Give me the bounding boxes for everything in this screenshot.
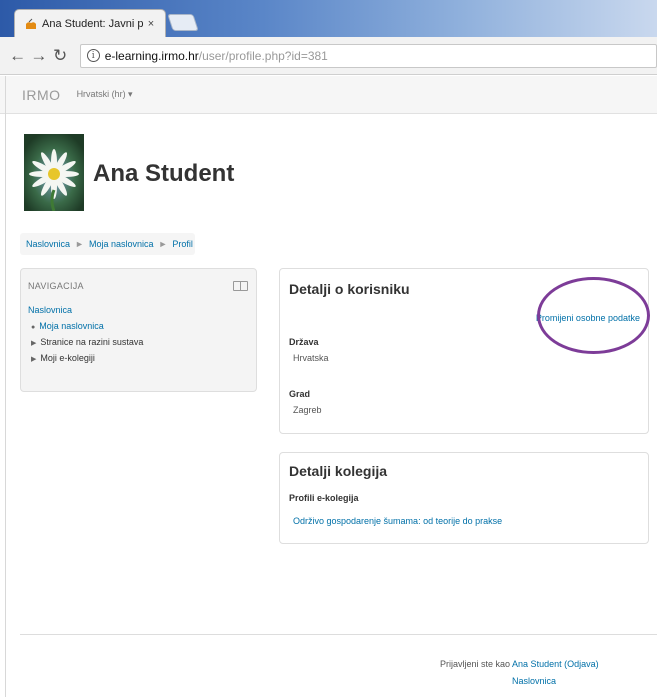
field-label-country: Država <box>289 337 319 347</box>
nav-item-dashboard[interactable]: ● Moja naslovnica <box>31 321 104 331</box>
breadcrumb-separator-icon: ► <box>158 239 168 249</box>
avatar <box>24 134 84 211</box>
site-brand[interactable]: IRMO <box>22 87 61 103</box>
field-label-city: Grad <box>289 389 311 399</box>
nav-item-label: Stranice na razini sustava <box>40 337 144 347</box>
breadcrumb-separator-icon: ► <box>75 239 84 249</box>
breadcrumb: Naslovnica ► Moja naslovnica ► Profil <box>20 233 195 255</box>
nav-item-label: Moja naslovnica <box>39 321 104 331</box>
highlight-circle <box>537 277 650 354</box>
browser-tab[interactable]: Ana Student: Javni profil × <box>14 9 166 37</box>
dock-block-icon[interactable] <box>233 281 248 291</box>
nav-item-site-pages[interactable]: ▶ Stranice na razini sustava <box>31 337 143 347</box>
url-path: /user/profile.php?id=381 <box>198 48 328 63</box>
profile-name: Ana Student <box>93 160 235 187</box>
reload-icon[interactable]: ↻ <box>50 46 69 66</box>
expand-arrow-icon: ▶ <box>31 340 37 347</box>
tab-close-icon[interactable]: × <box>143 18 159 30</box>
expand-arrow-icon: ▶ <box>31 356 37 363</box>
site-navbar: IRMO Hrvatski (hr) ▾ <box>0 76 657 114</box>
course-profiles-label: Profili e-kolegija <box>289 493 359 503</box>
site-info-icon[interactable]: i <box>86 49 100 62</box>
navigation-block: NAVIGACIJA Naslovnica ● Moja naslovnica ▶… <box>20 268 257 392</box>
course-link[interactable]: Održivo gospodarenje šumama: od teorije … <box>293 516 502 526</box>
course-details-title: Detalji kolegija <box>289 463 388 479</box>
page-border <box>5 76 6 697</box>
daisy-avatar-image <box>24 134 84 211</box>
moodle-favicon-icon <box>26 18 36 29</box>
navigation-block-title: NAVIGACIJA <box>28 281 84 291</box>
login-info-prefix: Prijavljeni ste kao <box>440 659 511 669</box>
new-tab-button[interactable] <box>167 14 199 31</box>
footer-home-link[interactable]: Naslovnica <box>512 676 556 686</box>
breadcrumb-item-profile[interactable]: Profil <box>172 239 193 249</box>
nav-item-my-courses[interactable]: ▶ Moji e-kolegiji <box>31 353 95 363</box>
field-value-city: Zagreb <box>293 405 322 415</box>
nav-item-home[interactable]: Naslovnica <box>28 305 72 315</box>
logout-link[interactable]: (Odjava) <box>564 659 599 669</box>
language-menu[interactable]: Hrvatski (hr) ▾ <box>77 89 133 100</box>
breadcrumb-item-home[interactable]: Naslovnica <box>26 239 70 249</box>
field-value-country: Hrvatska <box>293 353 329 363</box>
url-host: e-learning.irmo.hr <box>104 48 199 63</box>
breadcrumb-item-dashboard[interactable]: Moja naslovnica <box>89 239 154 249</box>
course-details-block: Detalji kolegija Profili e-kolegija Održ… <box>279 452 649 544</box>
footer-divider <box>20 634 657 635</box>
tab-title: Ana Student: Javni profil <box>42 17 143 30</box>
address-bar[interactable]: i e-learning.irmo.hr /user/profile.php?i… <box>79 43 657 68</box>
user-details-title: Detalji o korisniku <box>289 281 410 297</box>
footer-user-link[interactable]: Ana Student <box>512 659 562 669</box>
nav-item-label: Moji e-kolegiji <box>40 353 95 363</box>
browser-tab-strip: Ana Student: Javni profil × <box>0 0 657 37</box>
forward-arrow-icon[interactable]: → <box>29 46 48 66</box>
browser-toolbar: ← → ↻ i e-learning.irmo.hr /user/profile… <box>0 37 657 75</box>
login-info: Prijavljeni ste kao Ana Student (Odjava) <box>440 659 599 669</box>
bullet-icon: ● <box>31 324 36 331</box>
back-arrow-icon[interactable]: ← <box>8 46 27 66</box>
